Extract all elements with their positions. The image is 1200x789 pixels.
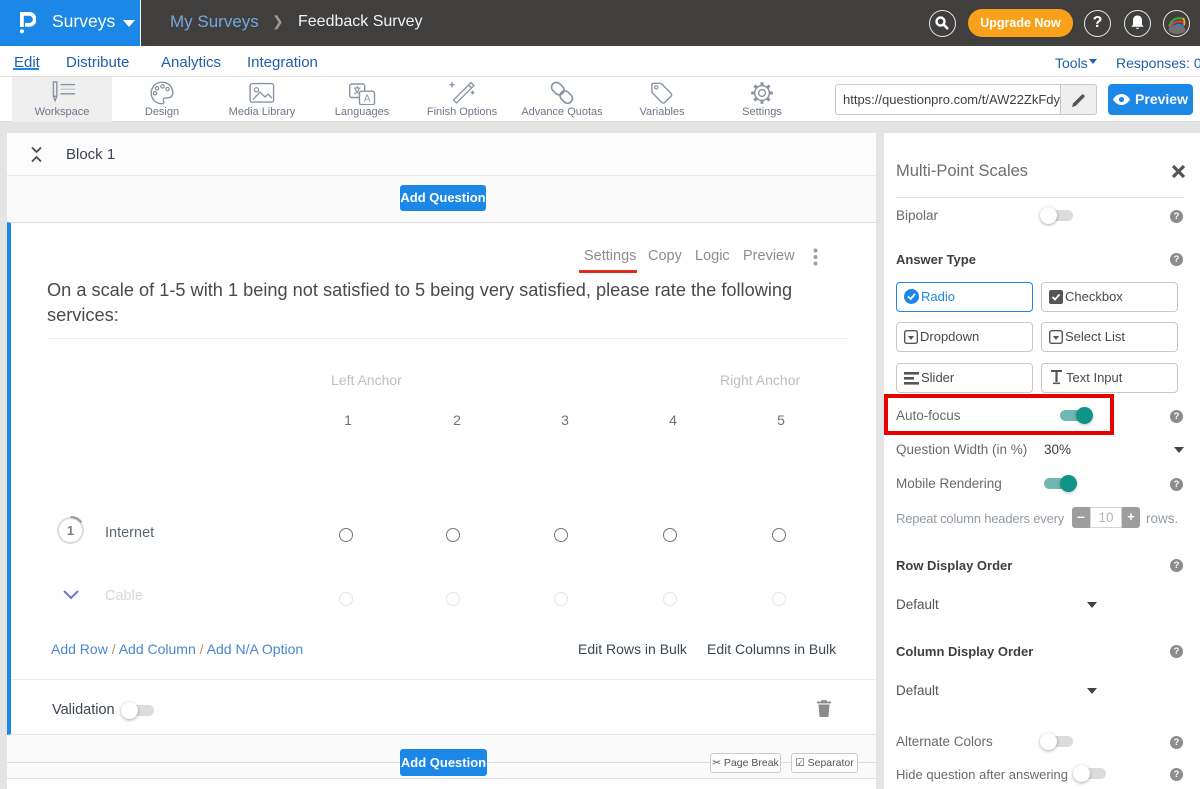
svg-text:A: A	[364, 94, 371, 105]
